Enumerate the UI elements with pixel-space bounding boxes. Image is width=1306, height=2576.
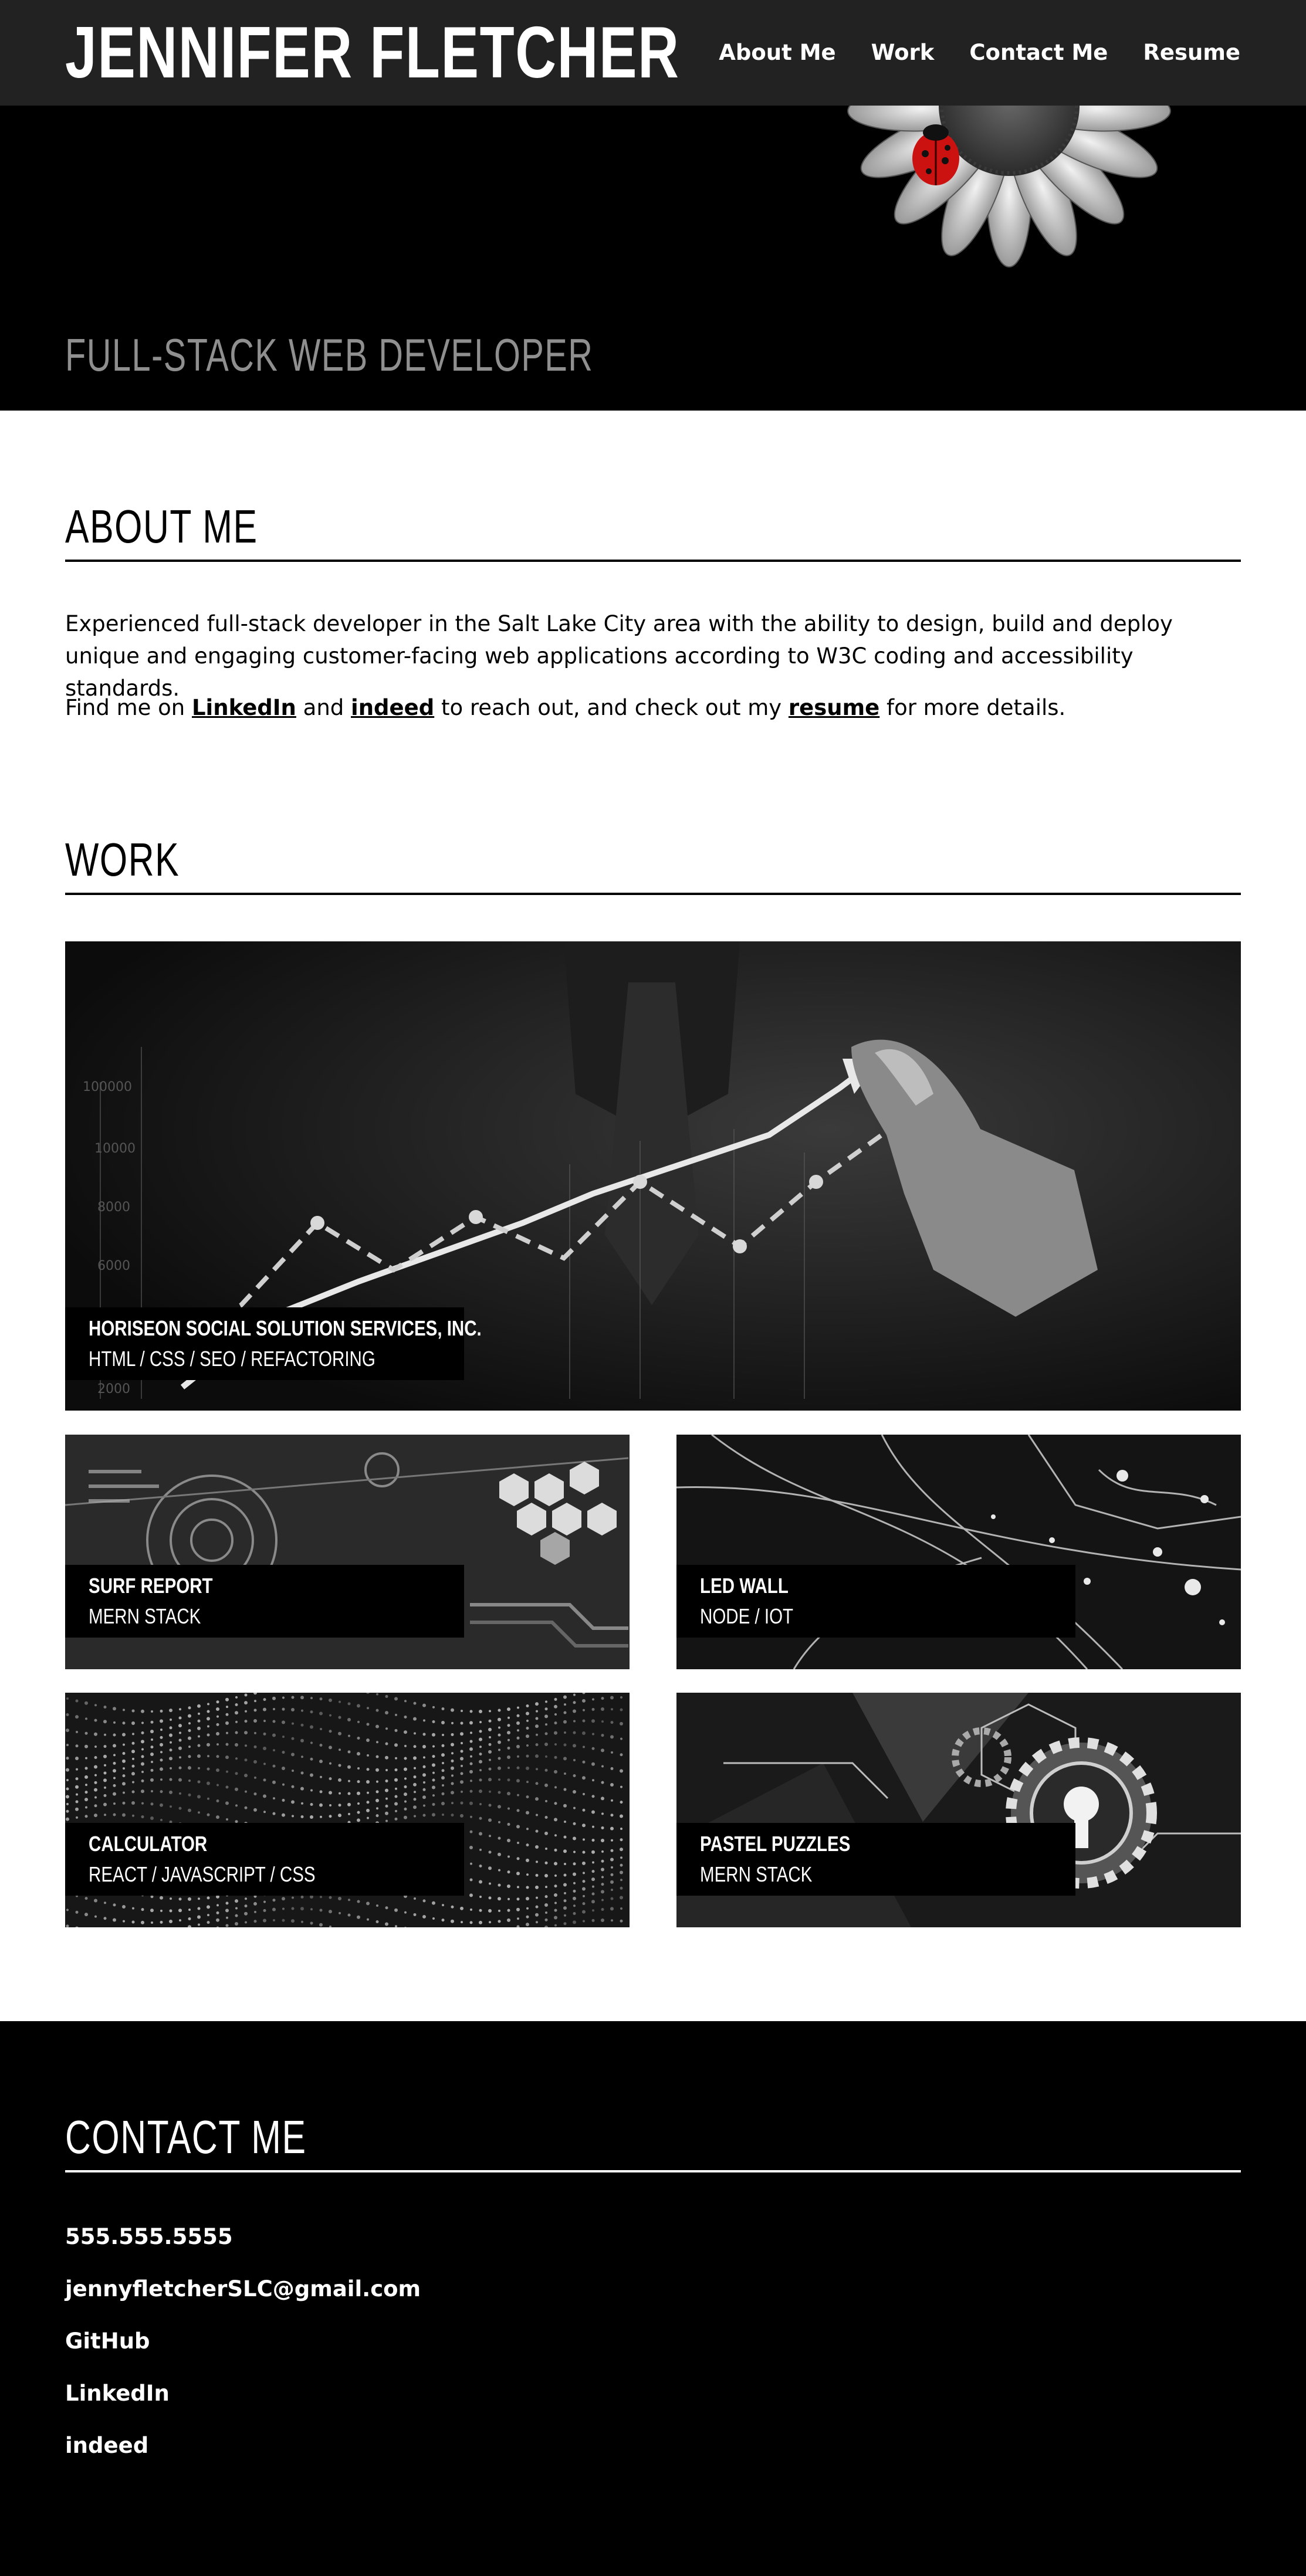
- contact-linkedin[interactable]: LinkedIn: [65, 2377, 421, 2410]
- project-card-pastel-puzzles[interactable]: PASTEL PUZZLES MERN STACK: [676, 1693, 1241, 1927]
- project-card-surf-report[interactable]: SURF REPORT MERN STACK: [65, 1435, 630, 1669]
- project-stack: HTML / CSS / SEO / REFACTORING: [89, 1347, 375, 1371]
- project-name: SURF REPORT: [89, 1574, 213, 1598]
- indeed-link[interactable]: indeed: [351, 695, 434, 720]
- svg-text:10000: 10000: [94, 1141, 136, 1156]
- resume-link[interactable]: resume: [789, 695, 879, 720]
- contact-list: 555.555.5555 jennyfletcherSLC@gmail.com …: [65, 2221, 421, 2482]
- project-label: LED WALL NODE / IOT: [676, 1565, 1075, 1638]
- site-header: JENNIFER FLETCHER About Me Work Contact …: [0, 0, 1306, 106]
- svg-text:2000: 2000: [97, 1382, 130, 1397]
- hero-subtitle: FULL-STACK WEB DEVELOPER: [65, 329, 594, 381]
- contact-phone[interactable]: 555.555.5555: [65, 2221, 421, 2253]
- project-card-led-wall[interactable]: LED WALL NODE / IOT: [676, 1435, 1241, 1669]
- contact-indeed[interactable]: indeed: [65, 2429, 421, 2462]
- nav-work[interactable]: Work: [871, 36, 935, 69]
- linkedin-link[interactable]: LinkedIn: [192, 695, 296, 720]
- contact-email[interactable]: jennyfletcherSLC@gmail.com: [65, 2273, 421, 2306]
- project-label: CALCULATOR REACT / JAVASCRIPT / CSS: [65, 1823, 464, 1896]
- daisy-ladybug-image: [847, 106, 1171, 267]
- nav-resume[interactable]: Resume: [1143, 36, 1240, 69]
- project-name: CALCULATOR: [89, 1832, 208, 1856]
- about-links-paragraph: Find me on LinkedIn and indeed to reach …: [65, 695, 1066, 720]
- project-name: HORISEON SOCIAL SOLUTION SERVICES, INC.: [89, 1316, 482, 1340]
- about-paragraph: Experienced full-stack developer in the …: [65, 611, 1173, 701]
- project-stack: MERN STACK: [89, 1604, 201, 1628]
- project-label: HORISEON SOCIAL SOLUTION SERVICES, INC. …: [65, 1307, 482, 1380]
- svg-text:100000: 100000: [83, 1080, 132, 1094]
- project-card-horiseon[interactable]: 100000 10000 8000 6000 2000 HORISEON SOCIA…: [65, 941, 1241, 1411]
- project-label: PASTEL PUZZLES MERN STACK: [676, 1823, 1075, 1896]
- svg-text:8000: 8000: [97, 1200, 130, 1215]
- svg-text:6000: 6000: [97, 1259, 130, 1273]
- contact-github[interactable]: GitHub: [65, 2325, 421, 2358]
- project-name: PASTEL PUZZLES: [700, 1832, 851, 1856]
- contact-heading: CONTACT ME: [65, 2109, 1241, 2172]
- main-nav: About Me Work Contact Me Resume: [719, 36, 1240, 69]
- work-heading: WORK: [65, 832, 1241, 895]
- project-card-calculator[interactable]: CALCULATOR REACT / JAVASCRIPT / CSS: [65, 1693, 630, 1927]
- project-stack: REACT / JAVASCRIPT / CSS: [89, 1862, 316, 1886]
- nav-contact-me[interactable]: Contact Me: [969, 36, 1108, 69]
- project-stack: MERN STACK: [700, 1862, 813, 1886]
- nav-about-me[interactable]: About Me: [719, 36, 835, 69]
- project-stack: NODE / IOT: [700, 1604, 794, 1628]
- contact-section: CONTACT ME 555.555.5555 jennyfletcherSLC…: [0, 2021, 1306, 2576]
- about-heading: ABOUT ME: [65, 499, 1241, 562]
- project-name: LED WALL: [700, 1574, 789, 1598]
- project-label: SURF REPORT MERN STACK: [65, 1565, 464, 1638]
- site-title: JENNIFER FLETCHER: [65, 12, 680, 93]
- hero-banner: FULL-STACK WEB DEVELOPER: [0, 106, 1306, 411]
